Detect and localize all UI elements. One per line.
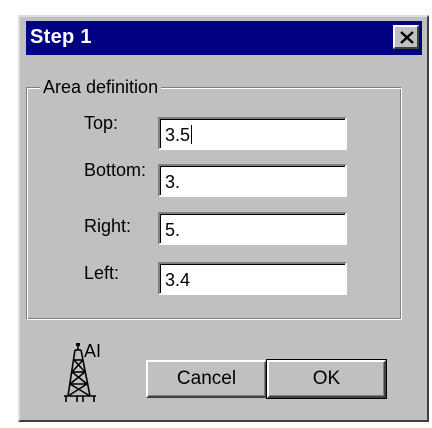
window-title: Step 1: [30, 26, 92, 48]
right-label: Right:: [84, 216, 132, 236]
cancel-button[interactable]: Cancel: [146, 360, 267, 398]
top-value: 3.5: [165, 125, 191, 145]
left-value: 3.4: [165, 270, 191, 290]
right-input[interactable]: 5.: [158, 212, 347, 245]
ok-button[interactable]: OK: [266, 359, 387, 399]
top-label: Top:: [84, 113, 119, 133]
bottom-label: Bottom:: [84, 160, 147, 180]
logo-text: AI: [84, 341, 102, 361]
left-input[interactable]: 3.4: [158, 262, 347, 295]
text-caret: [191, 125, 193, 144]
bottom-value: 3.: [165, 172, 181, 192]
right-value: 5.: [165, 220, 181, 240]
title-bar[interactable]: Step 1: [26, 21, 422, 55]
close-button[interactable]: [393, 25, 419, 49]
bottom-input[interactable]: 3.: [158, 164, 347, 197]
top-input[interactable]: 3.5: [158, 117, 347, 150]
oil-derrick-icon: AI: [64, 340, 124, 404]
close-icon: [400, 31, 414, 44]
left-label: Left:: [84, 263, 120, 283]
group-legend: Area definition: [40, 77, 162, 97]
